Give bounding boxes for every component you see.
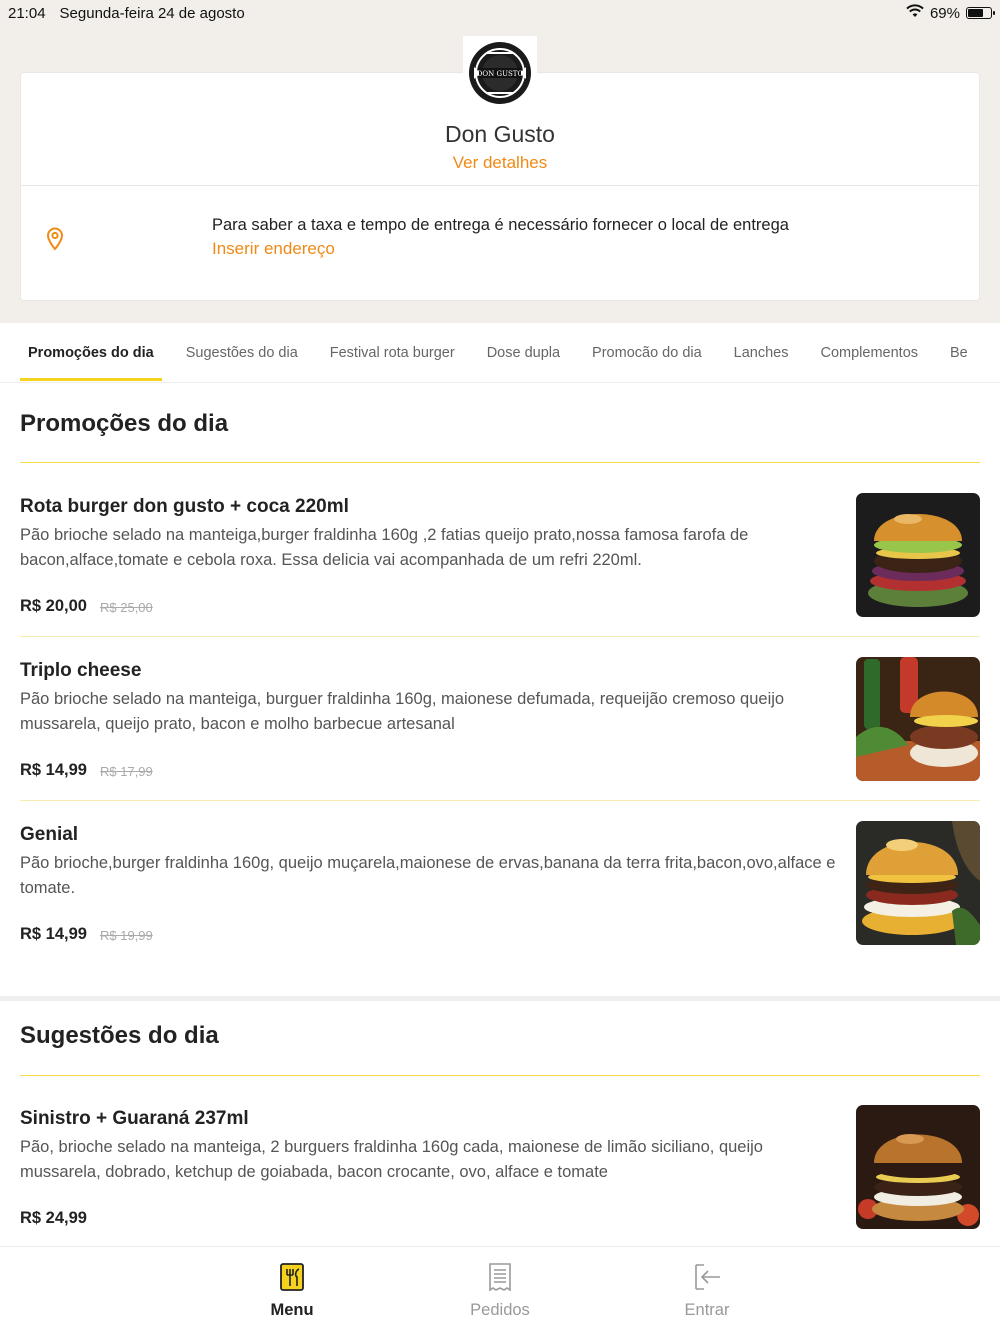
tab-festival-rota-burger[interactable]: Festival rota burger (314, 323, 471, 382)
section-separator (0, 996, 1000, 1001)
insert-address-link[interactable]: Inserir endereço (212, 239, 335, 259)
store-logo: DON GUSTO (463, 36, 537, 108)
item-divider (20, 636, 980, 637)
nav-orders-label: Pedidos (470, 1301, 530, 1319)
menu-item[interactable]: Rota burger don gusto + coca 220ml Pão b… (20, 493, 980, 620)
item-price: R$ 14,99 (20, 761, 87, 779)
tab-lanches[interactable]: Lanches (718, 323, 805, 382)
menu-item[interactable]: Sinistro + Guaraná 237ml Pão, brioche se… (20, 1105, 980, 1232)
item-old-price: R$ 25,00 (100, 600, 153, 615)
nav-menu[interactable]: Menu (232, 1262, 352, 1320)
item-description: Pão, brioche selado na manteiga, 2 burgu… (20, 1138, 763, 1181)
item-description: Pão brioche,burger fraldinha 160g, queij… (20, 854, 836, 897)
tab-promocoes-do-dia[interactable]: Promoções do dia (12, 323, 170, 382)
item-old-price: R$ 19,99 (100, 928, 153, 943)
tab-dose-dupla[interactable]: Dose dupla (471, 323, 576, 382)
menu-item[interactable]: Genial Pão brioche,burger fraldinha 160g… (20, 821, 980, 948)
nav-login-label: Entrar (684, 1301, 730, 1319)
item-divider (20, 800, 980, 801)
item-name: Rota burger don gusto + coca 220ml (20, 496, 349, 517)
item-price: R$ 24,99 (20, 1209, 87, 1227)
section-divider (20, 1075, 980, 1076)
item-price: R$ 14,99 (20, 925, 87, 943)
item-description: Pão brioche selado na manteiga,burger fr… (20, 526, 749, 569)
nav-login[interactable]: Entrar (647, 1262, 767, 1320)
item-photo (856, 657, 980, 781)
utensils-icon (278, 1262, 306, 1294)
item-old-price: R$ 17,99 (100, 764, 153, 779)
tab-promocao-do-dia[interactable]: Promocão do dia (576, 323, 718, 382)
section-divider (20, 462, 980, 463)
item-photo (856, 821, 980, 945)
battery-icon (966, 7, 995, 19)
nav-orders[interactable]: Pedidos (440, 1262, 560, 1320)
status-time: 21:04 (8, 4, 46, 22)
store-name: Don Gusto (445, 121, 555, 147)
item-photo (856, 1105, 980, 1229)
receipt-icon (486, 1262, 514, 1294)
category-tabs: Promoções do dia Sugestões do dia Festiv… (0, 323, 1000, 383)
status-bar: 21:04 Segunda-feira 24 de agosto 69% (0, 0, 1000, 26)
item-name: Genial (20, 824, 79, 845)
logo-text: DON GUSTO (477, 70, 524, 78)
bottom-nav: Menu Pedidos Entrar (0, 1246, 1000, 1334)
status-date: Segunda-feira 24 de agosto (59, 4, 245, 22)
item-photo (856, 493, 980, 617)
delivery-info: Para saber a taxa e tempo de entrega é n… (212, 216, 789, 234)
item-description: Pão brioche selado na manteiga, burguer … (20, 690, 785, 733)
item-name: Triplo cheese (20, 660, 142, 681)
item-name: Sinistro + Guaraná 237ml (20, 1108, 249, 1129)
divider (21, 185, 979, 186)
tab-complementos[interactable]: Complementos (805, 323, 935, 382)
battery-percent: 69% (929, 4, 960, 22)
menu-item[interactable]: Triplo cheese Pão brioche selado na mant… (20, 657, 980, 784)
details-link[interactable]: Ver detalhes (21, 153, 979, 173)
tab-sugestoes-do-dia[interactable]: Sugestões do dia (170, 323, 314, 382)
nav-menu-label: Menu (270, 1301, 314, 1319)
section-title: Sugestões do dia (20, 1022, 219, 1049)
section-title: Promoções do dia (20, 410, 229, 437)
item-price: R$ 20,00 (20, 597, 87, 615)
tab-bebidas[interactable]: Be (934, 323, 984, 382)
sign-in-icon (692, 1262, 722, 1294)
map-pin-icon (46, 227, 64, 256)
wifi-icon (906, 4, 924, 22)
